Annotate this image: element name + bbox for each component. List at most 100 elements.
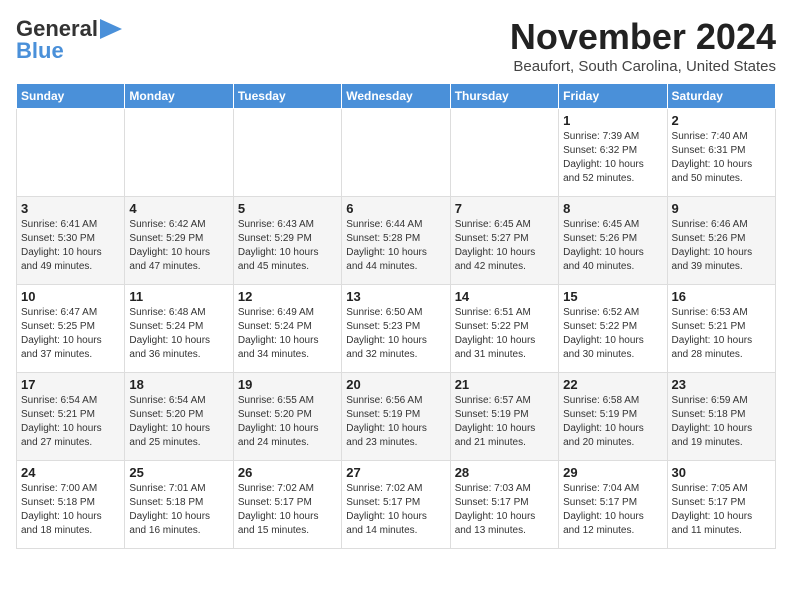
calendar-cell: 27 Sunrise: 7:02 AM Sunset: 5:17 PM Dayli…	[342, 461, 450, 549]
calendar-cell: 25 Sunrise: 7:01 AM Sunset: 5:18 PM Dayli…	[125, 461, 233, 549]
day-number: 20	[346, 377, 445, 392]
day-info: Sunrise: 6:57 AM Sunset: 5:19 PM Dayligh…	[455, 394, 554, 450]
calendar-cell	[450, 109, 558, 197]
weekday-header: Thursday	[450, 84, 558, 109]
calendar-cell: 18 Sunrise: 6:54 AM Sunset: 5:20 PM Dayli…	[125, 373, 233, 461]
day-info: Sunrise: 7:04 AM Sunset: 5:17 PM Dayligh…	[563, 482, 662, 538]
day-info: Sunrise: 6:53 AM Sunset: 5:21 PM Dayligh…	[672, 306, 771, 362]
calendar-cell: 9 Sunrise: 6:46 AM Sunset: 5:26 PM Daylig…	[667, 197, 775, 285]
logo-arrow-icon	[100, 19, 122, 39]
day-info: Sunrise: 6:55 AM Sunset: 5:20 PM Dayligh…	[238, 394, 337, 450]
day-number: 26	[238, 465, 337, 480]
calendar-cell: 15 Sunrise: 6:52 AM Sunset: 5:22 PM Dayli…	[559, 285, 667, 373]
calendar-cell: 12Sunrise: 6:49 AM Sunset: 5:24 PM Dayli…	[233, 285, 341, 373]
calendar-cell: 3 Sunrise: 6:41 AM Sunset: 5:30 PM Daylig…	[17, 197, 125, 285]
day-info: Sunrise: 6:41 AM Sunset: 5:30 PM Dayligh…	[21, 218, 120, 274]
weekday-header: Tuesday	[233, 84, 341, 109]
day-number: 22	[563, 377, 662, 392]
calendar-cell: 14 Sunrise: 6:51 AM Sunset: 5:22 PM Dayli…	[450, 285, 558, 373]
day-number: 9	[672, 201, 771, 216]
day-info: Sunrise: 6:56 AM Sunset: 5:19 PM Dayligh…	[346, 394, 445, 450]
day-number: 3	[21, 201, 120, 216]
day-info: Sunrise: 6:48 AM Sunset: 5:24 PM Dayligh…	[129, 306, 228, 362]
calendar-cell: 30 Sunrise: 7:05 AM Sunset: 5:17 PM Dayli…	[667, 461, 775, 549]
day-info: Sunrise: 7:02 AM Sunset: 5:17 PM Dayligh…	[238, 482, 337, 538]
day-info: Sunrise: 6:45 AM Sunset: 5:27 PM Dayligh…	[455, 218, 554, 274]
calendar-week-row: 3 Sunrise: 6:41 AM Sunset: 5:30 PM Daylig…	[17, 197, 776, 285]
weekday-header-row: SundayMondayTuesdayWednesdayThursdayFrid…	[17, 84, 776, 109]
calendar-cell: 19Sunrise: 6:55 AM Sunset: 5:20 PM Dayli…	[233, 373, 341, 461]
day-number: 29	[563, 465, 662, 480]
day-number: 14	[455, 289, 554, 304]
calendar-cell: 11 Sunrise: 6:48 AM Sunset: 5:24 PM Dayli…	[125, 285, 233, 373]
calendar-cell: 6 Sunrise: 6:44 AM Sunset: 5:28 PM Daylig…	[342, 197, 450, 285]
calendar-cell: 2 Sunrise: 7:40 AM Sunset: 6:31 PM Daylig…	[667, 109, 775, 197]
day-info: Sunrise: 7:40 AM Sunset: 6:31 PM Dayligh…	[672, 130, 771, 186]
day-number: 8	[563, 201, 662, 216]
day-info: Sunrise: 6:59 AM Sunset: 5:18 PM Dayligh…	[672, 394, 771, 450]
calendar-cell: 10 Sunrise: 6:47 AM Sunset: 5:25 PM Dayli…	[17, 285, 125, 373]
calendar-cell: 7 Sunrise: 6:45 AM Sunset: 5:27 PM Daylig…	[450, 197, 558, 285]
calendar-cell	[125, 109, 233, 197]
day-number: 24	[21, 465, 120, 480]
calendar-cell	[233, 109, 341, 197]
page-header: General Blue November 2024 Beaufort, Sou…	[16, 16, 776, 75]
day-number: 5	[238, 201, 337, 216]
day-number: 27	[346, 465, 445, 480]
calendar-cell: 16Sunrise: 6:53 AM Sunset: 5:21 PM Dayli…	[667, 285, 775, 373]
day-number: 30	[672, 465, 771, 480]
day-info: Sunrise: 7:03 AM Sunset: 5:17 PM Dayligh…	[455, 482, 554, 538]
day-info: Sunrise: 6:52 AM Sunset: 5:22 PM Dayligh…	[563, 306, 662, 362]
weekday-header: Friday	[559, 84, 667, 109]
day-number: 21	[455, 377, 554, 392]
calendar-cell: 4 Sunrise: 6:42 AM Sunset: 5:29 PM Daylig…	[125, 197, 233, 285]
calendar-cell: 24 Sunrise: 7:00 AM Sunset: 5:18 PM Dayli…	[17, 461, 125, 549]
day-number: 10	[21, 289, 120, 304]
calendar-cell: 26 Sunrise: 7:02 AM Sunset: 5:17 PM Dayli…	[233, 461, 341, 549]
day-number: 25	[129, 465, 228, 480]
day-info: Sunrise: 7:00 AM Sunset: 5:18 PM Dayligh…	[21, 482, 120, 538]
day-info: Sunrise: 7:02 AM Sunset: 5:17 PM Dayligh…	[346, 482, 445, 538]
day-info: Sunrise: 7:39 AM Sunset: 6:32 PM Dayligh…	[563, 130, 662, 186]
day-number: 17	[21, 377, 120, 392]
calendar-week-row: 1Sunrise: 7:39 AM Sunset: 6:32 PM Daylig…	[17, 109, 776, 197]
calendar-cell: 20 Sunrise: 6:56 AM Sunset: 5:19 PM Dayli…	[342, 373, 450, 461]
location-title: Beaufort, South Carolina, United States	[510, 58, 776, 75]
day-info: Sunrise: 6:47 AM Sunset: 5:25 PM Dayligh…	[21, 306, 120, 362]
day-number: 28	[455, 465, 554, 480]
calendar-week-row: 24 Sunrise: 7:00 AM Sunset: 5:18 PM Dayli…	[17, 461, 776, 549]
day-number: 15	[563, 289, 662, 304]
day-info: Sunrise: 7:05 AM Sunset: 5:17 PM Dayligh…	[672, 482, 771, 538]
calendar-week-row: 17 Sunrise: 6:54 AM Sunset: 5:21 PM Dayli…	[17, 373, 776, 461]
day-info: Sunrise: 6:51 AM Sunset: 5:22 PM Dayligh…	[455, 306, 554, 362]
calendar-cell: 28 Sunrise: 7:03 AM Sunset: 5:17 PM Dayli…	[450, 461, 558, 549]
day-info: Sunrise: 6:50 AM Sunset: 5:23 PM Dayligh…	[346, 306, 445, 362]
day-info: Sunrise: 6:54 AM Sunset: 5:20 PM Dayligh…	[129, 394, 228, 450]
day-info: Sunrise: 6:58 AM Sunset: 5:19 PM Dayligh…	[563, 394, 662, 450]
weekday-header: Saturday	[667, 84, 775, 109]
logo-blue: Blue	[16, 38, 64, 64]
day-info: Sunrise: 7:01 AM Sunset: 5:18 PM Dayligh…	[129, 482, 228, 538]
calendar-week-row: 10 Sunrise: 6:47 AM Sunset: 5:25 PM Dayli…	[17, 285, 776, 373]
calendar-cell: 5 Sunrise: 6:43 AM Sunset: 5:29 PM Daylig…	[233, 197, 341, 285]
day-number: 7	[455, 201, 554, 216]
day-number: 11	[129, 289, 228, 304]
day-number: 6	[346, 201, 445, 216]
calendar-cell: 13Sunrise: 6:50 AM Sunset: 5:23 PM Dayli…	[342, 285, 450, 373]
day-info: Sunrise: 6:44 AM Sunset: 5:28 PM Dayligh…	[346, 218, 445, 274]
day-info: Sunrise: 6:46 AM Sunset: 5:26 PM Dayligh…	[672, 218, 771, 274]
calendar-cell	[17, 109, 125, 197]
day-info: Sunrise: 6:45 AM Sunset: 5:26 PM Dayligh…	[563, 218, 662, 274]
weekday-header: Sunday	[17, 84, 125, 109]
calendar-cell: 21 Sunrise: 6:57 AM Sunset: 5:19 PM Dayli…	[450, 373, 558, 461]
day-info: Sunrise: 6:42 AM Sunset: 5:29 PM Dayligh…	[129, 218, 228, 274]
day-info: Sunrise: 6:54 AM Sunset: 5:21 PM Dayligh…	[21, 394, 120, 450]
day-number: 2	[672, 113, 771, 128]
day-info: Sunrise: 6:49 AM Sunset: 5:24 PM Dayligh…	[238, 306, 337, 362]
month-title: November 2024	[510, 16, 776, 58]
day-number: 23	[672, 377, 771, 392]
day-info: Sunrise: 6:43 AM Sunset: 5:29 PM Dayligh…	[238, 218, 337, 274]
calendar-table: SundayMondayTuesdayWednesdayThursdayFrid…	[16, 83, 776, 549]
day-number: 18	[129, 377, 228, 392]
day-number: 4	[129, 201, 228, 216]
